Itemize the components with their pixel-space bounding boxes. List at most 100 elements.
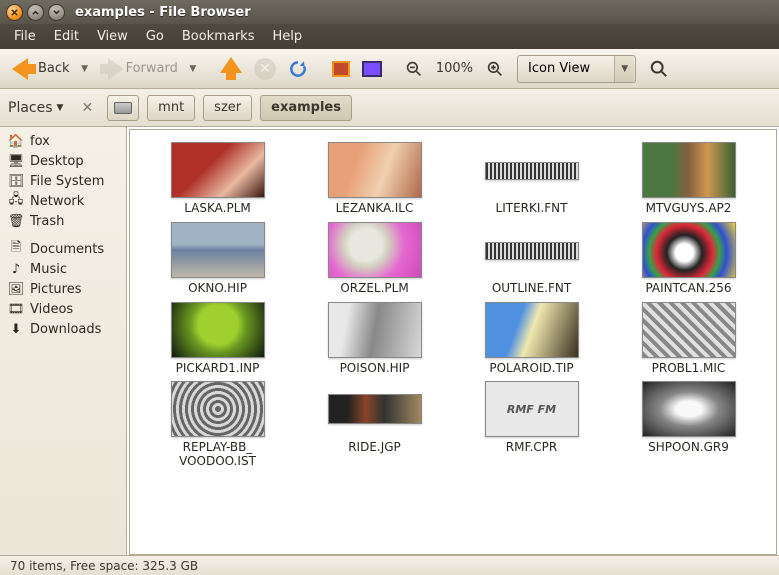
file-name: MTVGUYS.AP2	[646, 202, 732, 216]
file-item[interactable]: RMF FM RMF.CPR	[462, 381, 602, 469]
file-thumbnail	[642, 302, 736, 358]
home-button[interactable]	[328, 54, 354, 84]
zoom-out-icon	[406, 61, 422, 77]
places-close-button[interactable]: ✕	[75, 100, 99, 116]
desktop-icon: 🖥	[8, 153, 24, 169]
main-area: 🏠fox 🖥Desktop 🗄File System 🖧Network 🗑Tra…	[0, 127, 779, 555]
menu-file[interactable]: File	[6, 26, 44, 47]
path-segment-szer[interactable]: szer	[203, 95, 252, 121]
drive-icon: 🗄	[8, 173, 24, 189]
arrow-right-icon	[100, 58, 124, 80]
file-name: POLAROID.TIP	[489, 362, 573, 376]
file-item[interactable]: POISON.HIP	[305, 302, 445, 376]
downloads-icon: ⬇	[8, 321, 24, 337]
zoom-in-icon	[487, 61, 503, 77]
path-segment-mnt[interactable]: mnt	[147, 95, 195, 121]
file-name: POISON.HIP	[340, 362, 410, 376]
file-name: RIDE.JGP	[348, 441, 401, 455]
computer-button[interactable]	[358, 54, 386, 84]
file-thumbnail	[171, 302, 265, 358]
file-item[interactable]: RIDE.JGP	[305, 381, 445, 469]
file-thumbnail	[328, 302, 422, 358]
view-mode-combo[interactable]: Icon View ▼	[517, 55, 636, 83]
drive-icon	[114, 102, 132, 114]
reload-button[interactable]	[284, 54, 312, 84]
location-bar: Places▼ ✕ mnt szer examples	[0, 89, 779, 127]
sidebar-item-network[interactable]: 🖧Network	[0, 191, 126, 211]
file-item[interactable]: PROBL1.MIC	[619, 302, 759, 376]
file-name: RMF.CPR	[506, 441, 557, 455]
sidebar-item-filesystem[interactable]: 🗄File System	[0, 171, 126, 191]
file-item[interactable]: MTVGUYS.AP2	[619, 142, 759, 216]
menu-help[interactable]: Help	[264, 26, 310, 47]
file-name: SHPOON.GR9	[648, 441, 729, 455]
zoom-out-button[interactable]	[402, 54, 426, 84]
file-item[interactable]: SHPOON.GR9	[619, 381, 759, 469]
home-icon	[332, 61, 350, 77]
path-segment-examples[interactable]: examples	[260, 95, 352, 121]
monitor-icon	[362, 61, 382, 77]
status-bar: 70 items, Free space: 325.3 GB	[0, 555, 779, 575]
stop-icon: ✕	[254, 58, 276, 80]
sidebar-item-documents[interactable]: 🗎Documents	[0, 239, 126, 259]
back-label: Back	[38, 61, 70, 76]
content-pane: LASKA.PLM LEZANKA.ILC LITERKI.FNT MTVGUY…	[129, 129, 777, 555]
file-item[interactable]: POLAROID.TIP	[462, 302, 602, 376]
sidebar-item-desktop[interactable]: 🖥Desktop	[0, 151, 126, 171]
file-name: LITERKI.FNT	[496, 202, 568, 216]
places-sidebar: 🏠fox 🖥Desktop 🗄File System 🖧Network 🗑Tra…	[0, 127, 127, 555]
sidebar-item-downloads[interactable]: ⬇Downloads	[0, 319, 126, 339]
up-button[interactable]	[216, 54, 246, 84]
file-thumbnail	[642, 222, 736, 278]
sidebar-item-videos[interactable]: 🎞Videos	[0, 299, 126, 319]
pictures-icon: 🖼	[8, 281, 24, 297]
menu-go[interactable]: Go	[138, 26, 172, 47]
path-root-button[interactable]	[107, 95, 139, 121]
sidebar-item-fox[interactable]: 🏠fox	[0, 131, 126, 151]
file-item[interactable]: PICKARD1.INP	[148, 302, 288, 376]
sidebar-item-trash[interactable]: 🗑Trash	[0, 211, 126, 231]
file-thumbnail: RMF FM	[485, 381, 579, 437]
file-item[interactable]: REPLAY-BB_ VOODOO.IST	[148, 381, 288, 469]
file-thumbnail	[642, 381, 736, 437]
window-minimize-button[interactable]	[27, 4, 44, 21]
arrow-left-icon	[12, 58, 36, 80]
search-button[interactable]	[646, 54, 672, 84]
menubar: File Edit View Go Bookmarks Help	[0, 24, 779, 49]
file-thumbnail	[642, 142, 736, 198]
file-item[interactable]: OUTLINE.FNT	[462, 222, 602, 296]
file-item[interactable]: LASKA.PLM	[148, 142, 288, 216]
arrow-up-icon	[220, 57, 242, 80]
back-history-dropdown[interactable]: ▼	[78, 64, 92, 74]
trash-icon: 🗑	[8, 213, 24, 229]
file-name: LASKA.PLM	[184, 202, 251, 216]
chevron-down-icon: ▼	[614, 56, 634, 82]
file-thumbnail	[171, 142, 265, 198]
file-item[interactable]: ORZEL.PLM	[305, 222, 445, 296]
reload-icon	[288, 59, 308, 79]
file-item[interactable]: LEZANKA.ILC	[305, 142, 445, 216]
zoom-in-button[interactable]	[483, 54, 507, 84]
forward-history-dropdown: ▼	[186, 64, 200, 74]
file-grid[interactable]: LASKA.PLM LEZANKA.ILC LITERKI.FNT MTVGUY…	[130, 130, 776, 554]
window-close-button[interactable]	[6, 4, 23, 21]
zoom-level: 100%	[430, 61, 479, 76]
status-text: 70 items, Free space: 325.3 GB	[10, 559, 198, 573]
file-name: PROBL1.MIC	[652, 362, 726, 376]
file-item[interactable]: PAINTCAN.256	[619, 222, 759, 296]
menu-bookmarks[interactable]: Bookmarks	[174, 26, 263, 47]
videos-icon: 🎞	[8, 301, 24, 317]
places-pane-header[interactable]: Places▼	[8, 100, 63, 116]
window-maximize-button[interactable]	[48, 4, 65, 21]
back-button[interactable]: Back	[8, 54, 74, 84]
window-title: examples - File Browser	[75, 5, 251, 20]
sidebar-item-music[interactable]: ♪Music	[0, 259, 126, 279]
sidebar-item-pictures[interactable]: 🖼Pictures	[0, 279, 126, 299]
menu-edit[interactable]: Edit	[46, 26, 87, 47]
file-item[interactable]: LITERKI.FNT	[462, 142, 602, 216]
menu-view[interactable]: View	[89, 26, 136, 47]
file-name: OKNO.HIP	[188, 282, 247, 296]
file-item[interactable]: OKNO.HIP	[148, 222, 288, 296]
stop-button: ✕	[250, 54, 280, 84]
file-name: LEZANKA.ILC	[336, 202, 414, 216]
